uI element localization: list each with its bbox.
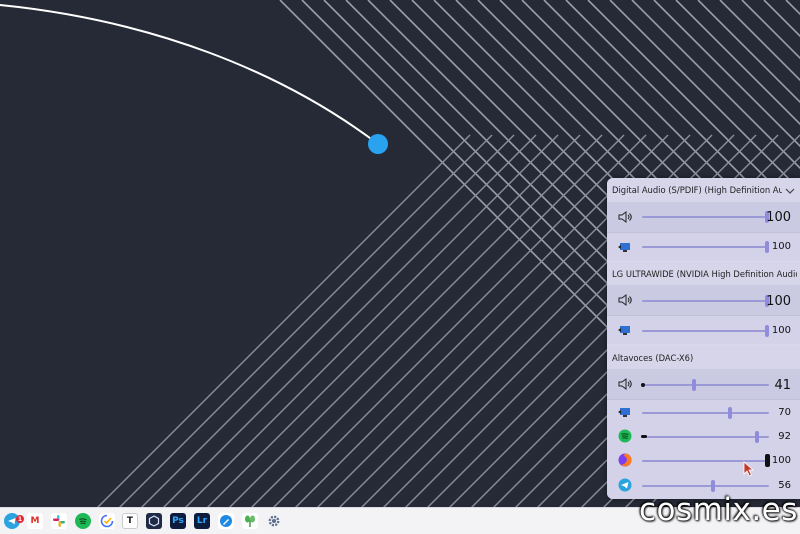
speaker-icon[interactable] [617, 376, 633, 392]
volume-slider-track[interactable] [642, 485, 769, 487]
app-volume-row: 100 [607, 448, 800, 472]
notification-badge: 1 [16, 515, 24, 523]
volume-value: 100 [771, 325, 791, 336]
lightroom-icon[interactable]: Lr [194, 513, 210, 529]
app-volume-row: 92 [607, 424, 800, 448]
mouse-cursor-icon [743, 461, 755, 477]
slack-icon[interactable] [51, 513, 67, 529]
system-sounds-icon [618, 243, 630, 252]
system-sounds-icon [618, 326, 630, 335]
speaker-icon[interactable] [617, 209, 633, 225]
spotify-icon [618, 429, 632, 443]
volume-slider-thumb[interactable] [728, 407, 733, 419]
volume-slider-track[interactable] [642, 384, 769, 386]
volume-slider-thumb[interactable] [710, 480, 715, 492]
app-volume-row: 100 [607, 233, 800, 261]
slider-start-dot [641, 383, 645, 387]
device-name: Altavoces (DAC-X6) [612, 353, 694, 363]
spotify-icon[interactable] [75, 513, 91, 529]
watermark: cosmix.es [639, 492, 798, 528]
master-volume-row: 100 [607, 202, 800, 232]
volume-value: 92 [778, 431, 791, 442]
slider-fill-start [641, 435, 647, 438]
volume-slider-thumb[interactable] [755, 431, 760, 443]
volume-slider-track[interactable] [642, 436, 769, 438]
telegram-icon[interactable]: 1 [4, 513, 24, 529]
master-volume-row: 100 [607, 285, 800, 315]
volume-slider-track[interactable] [642, 330, 769, 332]
plant-app-icon[interactable] [242, 513, 258, 529]
volume-slider-thumb[interactable] [765, 241, 769, 253]
hexagon-app-icon[interactable] [146, 513, 162, 529]
app-volume-row: 100 [607, 316, 800, 344]
system-sounds-icon [618, 408, 630, 417]
telegram-icon [618, 478, 632, 492]
volume-value: 56 [778, 480, 791, 491]
volume-slider-thumb[interactable] [765, 325, 769, 337]
volume-value: 100 [771, 241, 791, 252]
gmail-icon[interactable]: M [27, 513, 43, 529]
app-volume-row: 70 [607, 400, 800, 424]
volume-slider-thumb[interactable] [765, 454, 770, 467]
wallpaper-dot [368, 134, 388, 154]
pen-app-icon[interactable] [218, 513, 234, 529]
volume-slider-thumb[interactable] [692, 379, 697, 391]
volume-value: 100 [771, 455, 791, 466]
volume-value: 70 [778, 407, 791, 418]
typora-icon[interactable]: T [122, 513, 138, 529]
volume-value: 100 [766, 210, 791, 225]
volume-value: 41 [774, 378, 791, 393]
settings-gear-icon[interactable] [266, 513, 282, 529]
photoshop-icon[interactable]: Ps [170, 513, 186, 529]
master-volume-row: 41 [607, 369, 800, 399]
volume-mixer-panel: Digital Audio (S/PDIF) (High Definition … [607, 178, 800, 499]
ticktick-icon[interactable] [99, 513, 115, 529]
volume-slider-track[interactable] [642, 246, 769, 248]
speaker-icon[interactable] [617, 292, 633, 308]
volume-slider-track[interactable] [642, 300, 769, 302]
chevron-down-icon[interactable] [785, 187, 795, 195]
volume-value: 100 [766, 294, 791, 309]
volume-slider-track[interactable] [642, 412, 769, 414]
firefox-icon [618, 453, 632, 467]
device-name: LG ULTRAWIDE (NVIDIA High Definition Aud… [612, 269, 797, 279]
volume-slider-track[interactable] [642, 216, 769, 218]
device-name: Digital Audio (S/PDIF) (High Definition … [612, 185, 782, 195]
